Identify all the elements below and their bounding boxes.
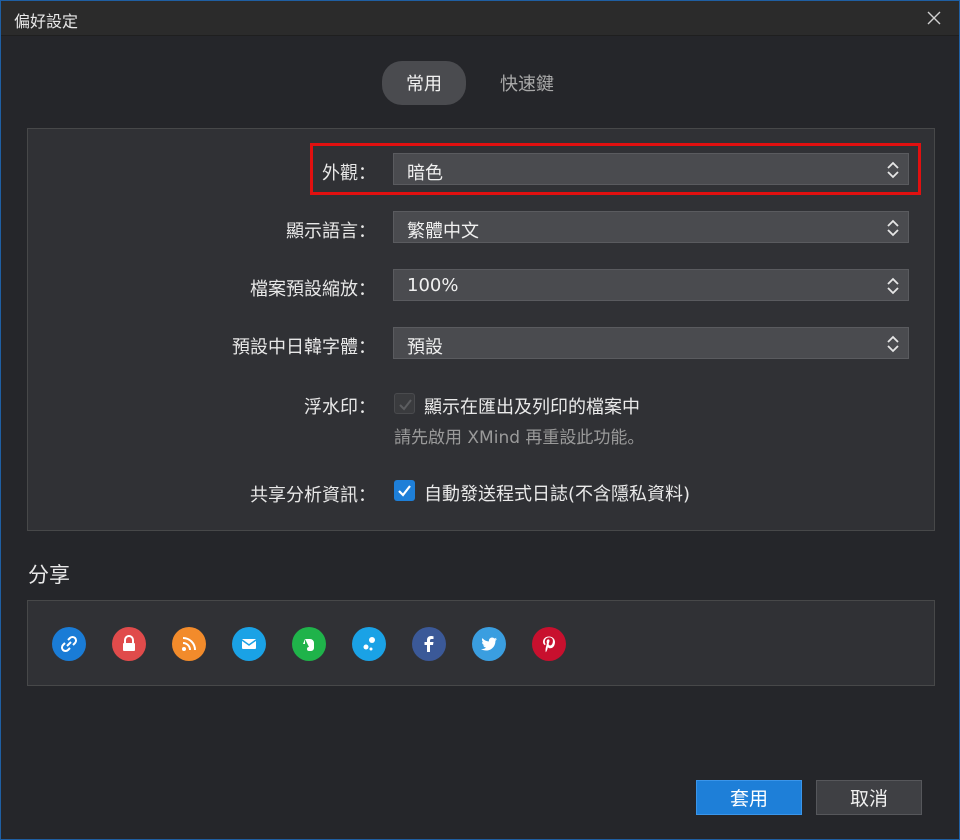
watermark-row: 浮水印： 顯示在匯出及列印的檔案中 請先啟用 XMind 再重設此功能。 xyxy=(28,387,934,448)
dialog-content: 常用 快速鍵 外觀： 暗色 顯示語言： 繁體中文 檔案預設縮放： 100% 預設… xyxy=(1,36,959,839)
analytics-checkbox-label: 自動發送程式日誌(不含隱私資料) xyxy=(424,484,691,505)
watermark-note: 請先啟用 XMind 再重設此功能。 xyxy=(394,428,645,448)
apply-button[interactable]: 套用 xyxy=(696,780,802,815)
share-twitter-button[interactable] xyxy=(472,627,506,661)
mail-icon xyxy=(241,639,257,649)
analytics-label: 共享分析資訊： xyxy=(250,485,376,506)
lock-icon xyxy=(123,635,135,651)
facebook-icon xyxy=(424,636,434,652)
chevron-up-down-icon xyxy=(887,277,899,295)
rss-icon xyxy=(182,637,196,651)
watermark-checkbox-label: 顯示在匯出及列印的檔案中 xyxy=(424,397,640,418)
preferences-window: 偏好設定 常用 快速鍵 外觀： 暗色 顯示語言： 繁體中文 檔案預設縮放： 10… xyxy=(0,0,960,840)
appearance-label: 外觀： xyxy=(322,163,376,184)
checkmark-icon xyxy=(399,399,412,411)
tab-bar: 常用 快速鍵 xyxy=(1,61,959,105)
title-bar: 偏好設定 xyxy=(1,1,959,36)
cjk-font-row: 預設中日韓字體： 預設 xyxy=(28,327,934,361)
zoom-select[interactable]: 100% xyxy=(393,269,909,301)
share-facebook-button[interactable] xyxy=(412,627,446,661)
cjk-font-select[interactable]: 預設 xyxy=(393,327,909,359)
share-pinterest-button[interactable] xyxy=(532,627,566,661)
evernote-icon xyxy=(303,639,314,651)
cjk-font-value: 預設 xyxy=(407,337,443,358)
language-row: 顯示語言： 繁體中文 xyxy=(28,211,934,245)
zoom-row: 檔案預設縮放： 100% xyxy=(28,269,934,303)
language-value: 繁體中文 xyxy=(407,221,479,242)
chevron-up-down-icon xyxy=(887,219,899,237)
appearance-row: 外觀： 暗色 xyxy=(28,153,934,187)
cancel-button[interactable]: 取消 xyxy=(816,780,922,815)
watermark-checkbox[interactable] xyxy=(394,393,415,414)
appearance-select[interactable]: 暗色 xyxy=(393,153,909,185)
share-link-button[interactable] xyxy=(52,627,86,661)
zoom-value: 100% xyxy=(407,275,459,296)
window-title: 偏好設定 xyxy=(14,12,79,31)
share-rss-button[interactable] xyxy=(172,627,206,661)
checkmark-icon xyxy=(398,485,411,497)
general-settings-panel: 外觀： 暗色 顯示語言： 繁體中文 檔案預設縮放： 100% 預設中日韓字體： … xyxy=(27,128,935,531)
tab-shortcuts[interactable]: 快速鍵 xyxy=(476,61,578,105)
share-section-title: 分享 xyxy=(28,563,70,587)
share-mail-button[interactable] xyxy=(232,627,266,661)
close-button[interactable] xyxy=(919,3,949,33)
pinterest-icon xyxy=(543,636,555,653)
close-icon xyxy=(927,11,941,25)
language-label: 顯示語言： xyxy=(286,221,376,242)
chevron-up-down-icon xyxy=(887,161,899,179)
twitter-icon xyxy=(481,637,497,651)
zoom-label: 檔案預設縮放： xyxy=(250,279,376,300)
language-select[interactable]: 繁體中文 xyxy=(393,211,909,243)
share-lock-button[interactable] xyxy=(112,627,146,661)
share-panel xyxy=(27,600,935,686)
link-icon xyxy=(60,635,78,653)
tab-general[interactable]: 常用 xyxy=(382,61,466,105)
analytics-checkbox[interactable] xyxy=(394,480,415,501)
analytics-row: 共享分析資訊： 自動發送程式日誌(不含隱私資料) xyxy=(28,475,934,509)
share-evernote-button[interactable] xyxy=(292,627,326,661)
watermark-label: 浮水印： xyxy=(304,397,376,418)
share-dots-button[interactable] xyxy=(352,627,386,661)
appearance-value: 暗色 xyxy=(407,163,443,184)
chevron-up-down-icon xyxy=(887,335,899,353)
dots-icon xyxy=(363,637,375,651)
cjk-font-label: 預設中日韓字體： xyxy=(232,337,376,358)
